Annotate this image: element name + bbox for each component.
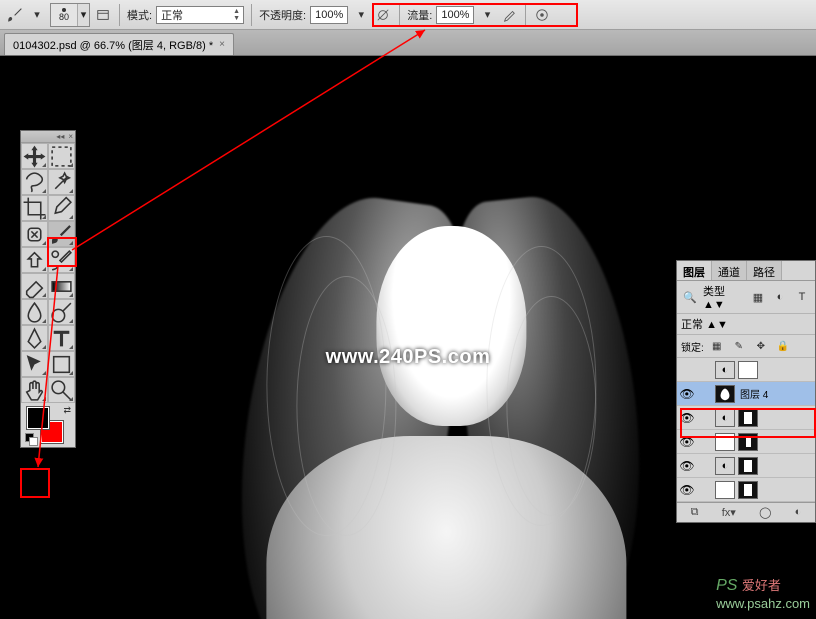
layer-row[interactable]: 👁 [677,430,815,454]
layer-thumb[interactable] [715,433,735,451]
marquee-tool[interactable] [48,143,75,169]
visibility-icon[interactable]: 👁 [679,483,695,497]
pressure-size-icon[interactable] [533,6,551,24]
foreground-color[interactable] [27,407,49,429]
mask-thumb[interactable] [738,457,758,475]
tool-preset-dropdown-icon[interactable]: ▾ [28,6,46,24]
blur-tool[interactable] [21,299,48,325]
clone-stamp-tool[interactable] [21,247,48,273]
mask-thumb[interactable] [738,361,758,379]
color-swatches[interactable]: ⇄ [21,403,75,447]
tab-layers[interactable]: 图层 [677,261,712,280]
layer-thumb[interactable]: ◐ [715,409,735,427]
corner-watermark: PS 爱好者 www.psahz.com [716,575,810,613]
filter-adjust-icon[interactable]: ◐ [771,288,789,306]
shape-tool[interactable] [48,351,75,377]
layer-row[interactable]: 👁 [677,478,815,502]
layer-list: ◐ 👁 图层 4 👁 ◐ 👁 👁 ◐ [677,358,815,502]
filter-type-icon[interactable]: T [793,288,811,306]
gradient-tool[interactable] [48,273,75,299]
chevron-down-icon[interactable]: ▾ [352,6,370,24]
visibility-icon[interactable]: 👁 [679,459,695,473]
tab-channels[interactable]: 通道 [712,261,747,280]
lasso-tool[interactable] [21,169,48,195]
layer-row[interactable]: ◐ [677,358,815,382]
layer-thumb[interactable]: ◐ [715,457,735,475]
lock-label: 锁定: [681,339,704,354]
pen-tool[interactable] [21,325,48,351]
history-brush-tool[interactable] [48,247,75,273]
brush-tool[interactable] [48,221,75,247]
canvas-image [206,156,626,619]
visibility-icon[interactable]: 👁 [679,435,695,449]
lock-transparent-icon[interactable]: ▦ [708,337,726,355]
filter-image-icon[interactable]: ▦ [749,288,767,306]
lock-paint-icon[interactable]: ✎ [730,337,748,355]
zoom-tool[interactable] [48,377,75,403]
patch-tool[interactable] [21,221,48,247]
default-colors-icon[interactable] [25,433,35,443]
document-tab[interactable]: 0104302.psd @ 66.7% (图层 4, RGB/8) * × [4,33,234,55]
add-mask-icon[interactable]: ◯ [759,506,771,519]
layer-filter-dropdown[interactable]: 类型 ▲▼ [703,283,745,311]
eyedropper-tool[interactable] [48,195,75,221]
layer-thumb[interactable] [715,481,735,499]
mode-label: 模式: [127,7,152,23]
layers-panel: 图层 通道 路径 🔍 类型 ▲▼ ▦ ◐ T 正常 ▲▼ 锁定: ▦ ✎ ✥ 🔒… [676,260,816,523]
tab-paths[interactable]: 路径 [747,261,782,280]
airbrush-icon[interactable] [500,6,518,24]
panel-tabs: 图层 通道 路径 [677,261,815,281]
dodge-tool[interactable] [48,299,75,325]
brush-preset-picker[interactable]: 80 ▾ [50,3,90,27]
magic-wand-tool[interactable] [48,169,75,195]
blend-mode-dropdown[interactable]: 正常 ▲▼ [156,6,244,24]
layer-row[interactable]: 👁 ◐ [677,406,815,430]
new-adjustment-icon[interactable]: ◐ [795,506,802,519]
layer-thumb[interactable] [715,385,735,403]
visibility-icon[interactable]: 👁 [679,411,695,425]
chevron-down-icon[interactable]: ▾ [478,6,496,24]
chevron-down-icon[interactable]: ▾ [77,4,89,26]
path-select-tool[interactable] [21,351,48,377]
pressure-opacity-icon[interactable] [374,6,392,24]
opacity-label: 不透明度: [259,7,306,23]
mask-thumb[interactable] [738,433,758,451]
toolbox-panel: ◂◂ × ⇄ [20,130,76,448]
lock-all-icon[interactable]: 🔒 [774,337,792,355]
panel-titlebar[interactable]: ◂◂ × [21,131,75,143]
options-bar: ▾ 80 ▾ 模式: 正常 ▲▼ 不透明度: 100% ▾ 流量: 100% ▾ [0,0,816,30]
mask-thumb[interactable] [738,481,758,499]
layer-name[interactable]: 图层 4 [740,386,813,401]
brush-panel-toggle-icon[interactable] [94,6,112,24]
document-tabs: 0104302.psd @ 66.7% (图层 4, RGB/8) * × [0,30,816,56]
collapse-icon: ◂◂ [56,132,64,141]
lock-position-icon[interactable]: ✥ [752,337,770,355]
flow-label: 流量: [407,7,432,23]
swap-colors-icon[interactable]: ⇄ [63,405,71,416]
close-icon[interactable]: × [219,39,225,50]
eraser-tool[interactable] [21,273,48,299]
opacity-field[interactable]: 100% [310,6,348,24]
search-icon[interactable]: 🔍 [681,288,699,306]
document-title: 0104302.psd @ 66.7% (图层 4, RGB/8) * [13,37,213,53]
link-layers-icon[interactable]: ⧉ [691,506,699,519]
flow-field[interactable]: 100% [436,6,474,24]
type-tool[interactable] [48,325,75,351]
layer-row[interactable]: 👁 图层 4 [677,382,815,406]
layer-fx-icon[interactable]: fx▾ [722,506,736,519]
layer-actions: ⧉ fx▾ ◯ ◐ [677,502,815,522]
move-tool[interactable] [21,143,48,169]
hand-tool[interactable] [21,377,48,403]
watermark-text: www.240PS.com [326,346,491,369]
layer-row[interactable]: 👁 ◐ [677,454,815,478]
blend-mode-dropdown[interactable]: 正常 ▲▼ [681,316,811,332]
crop-tool[interactable] [21,195,48,221]
close-icon: × [68,132,73,141]
visibility-icon[interactable]: 👁 [679,387,695,401]
layer-thumb[interactable]: ◐ [715,361,735,379]
mask-thumb[interactable] [738,409,758,427]
brush-tool-icon [6,6,24,24]
